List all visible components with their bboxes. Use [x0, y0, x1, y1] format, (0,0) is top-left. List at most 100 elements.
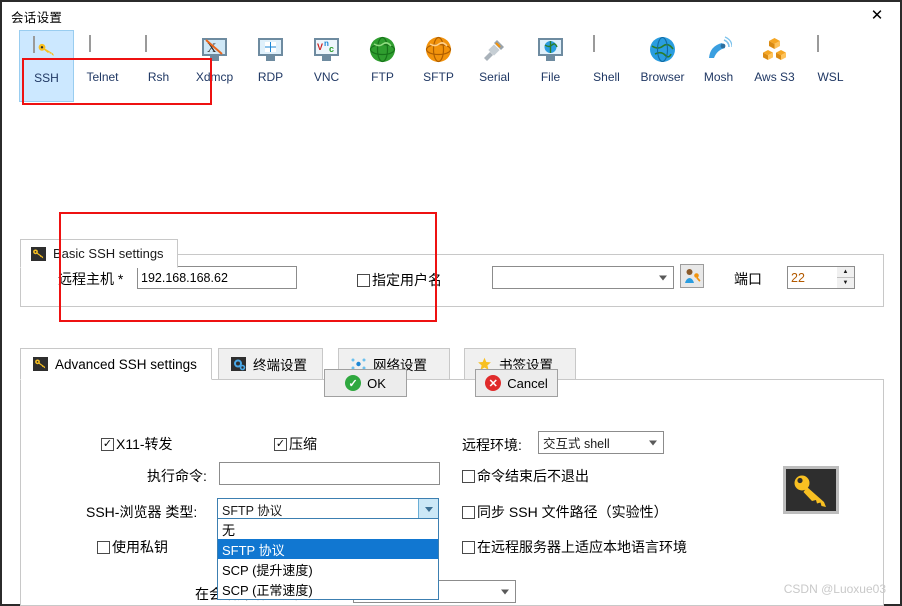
- toolbar-item-mosh[interactable]: Mosh: [691, 30, 746, 102]
- remote-env-combobox[interactable]: 交互式 shell: [538, 431, 664, 454]
- port-stepper-up[interactable]: ▲: [837, 267, 854, 278]
- port-stepper[interactable]: ▲ ▼: [837, 266, 855, 289]
- toolbar-item-label: Browser: [640, 70, 685, 84]
- toolbar-item-aws-s3[interactable]: Aws S3: [747, 30, 802, 102]
- sync-ssh-path-checkbox[interactable]: [462, 505, 475, 519]
- aws-cubes-icon: [761, 36, 788, 63]
- dropdown-option[interactable]: SCP (提升速度): [218, 559, 438, 579]
- no-exit-after-command-checkbox[interactable]: [462, 469, 475, 483]
- specify-username-row[interactable]: 指定用户名: [357, 270, 442, 290]
- check-circle-icon: ✓: [345, 375, 362, 391]
- toolbar-item-label: Telnet: [86, 70, 119, 84]
- monitor-windows-icon: [257, 36, 284, 63]
- watermark: CSDN @Luoxue03: [783, 582, 886, 596]
- dropdown-option[interactable]: 无: [218, 519, 438, 539]
- toolbar-item-label: FTP: [371, 70, 394, 84]
- monitor-vnc-icon: V n c: [313, 36, 340, 63]
- toolbar-item-file[interactable]: File: [523, 30, 578, 102]
- chevron-down-icon: [501, 589, 509, 594]
- compression-label: 压缩: [289, 436, 317, 452]
- no-exit-after-command-row[interactable]: 命令结束后不退出: [462, 466, 589, 486]
- cube-icon: [89, 35, 116, 63]
- window-title: 会话设置: [11, 10, 63, 25]
- session-type-toolbar: SSH Telnet Rsh X Xdmcp RDP V n c VNC FTP…: [2, 30, 900, 102]
- specify-username-checkbox[interactable]: [357, 273, 370, 287]
- toolbar-item-label: File: [540, 70, 561, 84]
- sync-ssh-path-row[interactable]: 同步 SSH 文件路径（实验性）: [462, 502, 668, 522]
- toolbar-item-label: VNC: [313, 70, 340, 84]
- ssh-browser-type-dropdown-list[interactable]: 无 SFTP 协议 SCP (提升速度) SCP (正常速度): [217, 518, 439, 600]
- tab-terminal-settings[interactable]: 终端设置: [218, 348, 323, 380]
- dropdown-option-selected[interactable]: SFTP 协议: [218, 539, 438, 559]
- settings-tabstrip: Advanced SSH settings 终端设置 网络设置 书签设置: [20, 348, 884, 380]
- key-large-icon[interactable]: [783, 466, 839, 514]
- specify-username-label: 指定用户名: [372, 272, 442, 288]
- settings-content: 远程主机 * 192.168.168.62 指定用户名 端口 22 ▲ ▼ Ba…: [2, 58, 900, 606]
- dropdown-option[interactable]: SCP (正常速度): [218, 579, 438, 599]
- port-input[interactable]: 22: [787, 266, 838, 289]
- toolbar-item-vnc[interactable]: V n c VNC: [299, 30, 354, 102]
- toolbar-item-label: Xdmcp: [195, 70, 234, 84]
- chevron-down-icon: [649, 440, 657, 445]
- x11-forwarding-checkbox[interactable]: ✓: [101, 437, 114, 451]
- use-private-key-row[interactable]: 使用私钥: [97, 537, 168, 557]
- tab-advanced-ssh-settings[interactable]: Advanced SSH settings: [20, 348, 212, 380]
- windows-icon: [817, 35, 844, 63]
- globe-orange-icon: [425, 36, 452, 63]
- toolbar-item-browser[interactable]: Browser: [635, 30, 690, 102]
- toolbar-item-label: Serial: [479, 70, 510, 84]
- toolbar-item-rsh[interactable]: Rsh: [131, 30, 186, 102]
- username-combobox[interactable]: [492, 266, 674, 289]
- satellite-icon: [705, 36, 732, 63]
- svg-text:c: c: [329, 44, 334, 54]
- toolbar-item-shell[interactable]: > Shell: [579, 30, 634, 102]
- use-private-key-checkbox[interactable]: [97, 540, 110, 554]
- gears-icon: [145, 35, 172, 63]
- compression-checkbox[interactable]: ✓: [274, 437, 287, 451]
- cancel-button-label: Cancel: [507, 375, 548, 391]
- toolbar-item-telnet[interactable]: Telnet: [75, 30, 130, 102]
- basic-ssh-group-label: Basic SSH settings: [53, 246, 164, 261]
- toolbar-item-label: SFTP: [423, 70, 454, 84]
- svg-text:V: V: [317, 42, 323, 52]
- toolbar-item-rdp[interactable]: RDP: [243, 30, 298, 102]
- key-icon: [31, 246, 46, 261]
- toolbar-item-label: Aws S3: [754, 70, 795, 84]
- monitor-x-icon: X: [201, 36, 228, 63]
- plug-icon: [481, 36, 508, 63]
- chevron-down-icon: [659, 275, 667, 280]
- ok-button[interactable]: ✓ OK: [324, 369, 407, 397]
- x11-forwarding-row[interactable]: ✓ X11-转发: [101, 434, 173, 454]
- adapt-locale-checkbox[interactable]: [462, 540, 475, 554]
- ssh-browser-type-value: SFTP 协议: [222, 504, 283, 518]
- adapt-locale-label: 在远程服务器上适应本地语言环境: [477, 539, 687, 555]
- toolbar-item-label: Mosh: [703, 70, 734, 84]
- close-icon[interactable]: ✕: [854, 2, 900, 28]
- key-icon: [33, 36, 60, 64]
- exec-command-input[interactable]: [219, 462, 440, 485]
- toolbar-item-ftp[interactable]: FTP: [355, 30, 410, 102]
- x-circle-icon: ✕: [485, 375, 502, 391]
- toolbar-item-sftp[interactable]: SFTP: [411, 30, 466, 102]
- ssh-browser-type-label: SSH-浏览器 类型:: [86, 504, 198, 520]
- terminal-icon: >: [593, 35, 620, 63]
- cancel-button[interactable]: ✕ Cancel: [475, 369, 558, 397]
- remote-env-label: 远程环境:: [462, 437, 522, 453]
- toolbar-item-xdmcp[interactable]: X Xdmcp: [187, 30, 242, 102]
- port-stepper-down[interactable]: ▼: [837, 278, 854, 288]
- chevron-down-icon[interactable]: [418, 499, 438, 520]
- globe-blue-icon: [649, 36, 676, 63]
- toolbar-item-serial[interactable]: Serial: [467, 30, 522, 102]
- tab-label: Advanced SSH settings: [55, 356, 197, 372]
- toolbar-item-ssh[interactable]: SSH: [19, 30, 74, 102]
- user-key-icon[interactable]: [680, 264, 704, 288]
- toolbar-item-label: SSH: [34, 71, 59, 85]
- compression-row[interactable]: ✓ 压缩: [274, 434, 317, 454]
- toolbar-item-wsl[interactable]: WSL: [803, 30, 858, 102]
- adapt-locale-row[interactable]: 在远程服务器上适应本地语言环境: [462, 537, 687, 557]
- remote-env-value: 交互式 shell: [543, 437, 610, 451]
- monitor-globe-icon: [537, 36, 564, 63]
- remote-host-input[interactable]: 192.168.168.62: [137, 266, 297, 289]
- use-private-key-label: 使用私钥: [112, 539, 168, 555]
- toolbar-item-label: Shell: [593, 70, 620, 84]
